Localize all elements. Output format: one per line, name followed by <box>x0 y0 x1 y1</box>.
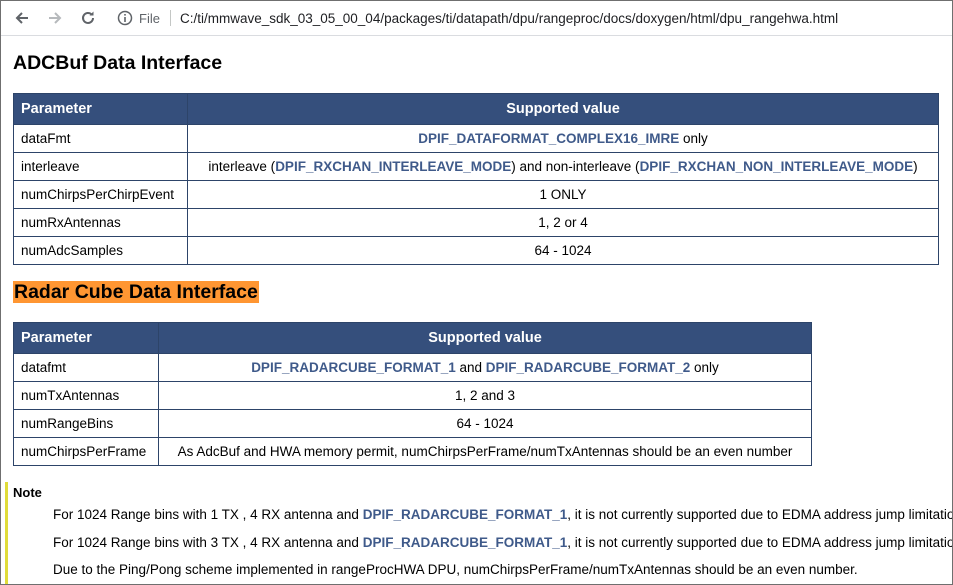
param-cell: numChirpsPerFrame <box>13 437 159 466</box>
address-separator <box>169 10 171 26</box>
reload-button[interactable] <box>76 6 100 30</box>
code-link[interactable]: DPIF_RADARCUBE_FORMAT_2 <box>486 360 691 375</box>
note-text: For 1024 Range bins with 1 TX , 4 RX ant… <box>53 507 363 522</box>
param-cell: numRxAntennas <box>13 208 188 237</box>
file-scheme-label: File <box>139 10 160 26</box>
browser-toolbar: File C:/ti/mmwave_sdk_03_05_00_04/packag… <box>1 1 952 36</box>
note-text: For 1024 Range bins with 3 TX , 4 RX ant… <box>53 535 363 550</box>
code-link[interactable]: DPIF_RXCHAN_NON_INTERLEAVE_MODE <box>640 159 914 174</box>
value-text: ) and non-interleave ( <box>511 159 640 174</box>
value-cell: 1 ONLY <box>187 180 939 209</box>
info-icon[interactable] <box>117 10 133 26</box>
search-highlight: Radar Cube Data Interface <box>13 281 259 303</box>
param-cell: numAdcSamples <box>13 236 188 265</box>
value-cell: 1, 2 and 3 <box>158 381 812 410</box>
value-text: ) <box>913 159 918 174</box>
column-header-supported-value: Supported value <box>158 322 812 354</box>
adcbuf-table: Parameter Supported value dataFmt DPIF_D… <box>13 93 939 265</box>
back-arrow-icon <box>15 12 28 24</box>
code-link[interactable]: DPIF_DATAFORMAT_COMPLEX16_IMRE <box>418 131 679 146</box>
adcbuf-heading: ADCBuf Data Interface <box>13 52 223 74</box>
table-header-row: Parameter Supported value <box>13 322 812 354</box>
param-cell: datafmt <box>13 353 159 382</box>
table-row: numRxAntennas 1, 2 or 4 <box>13 208 939 237</box>
param-cell: numTxAntennas <box>13 381 159 410</box>
table-row: numAdcSamples 64 - 1024 <box>13 236 939 265</box>
value-text: only <box>679 131 708 146</box>
back-button[interactable] <box>10 6 34 30</box>
forward-button[interactable] <box>43 6 67 30</box>
code-link[interactable]: DPIF_RADARCUBE_FORMAT_1 <box>251 360 456 375</box>
value-cell: 1, 2 or 4 <box>187 208 939 237</box>
column-header-parameter: Parameter <box>13 322 159 354</box>
forward-arrow-icon <box>49 12 62 24</box>
code-link[interactable]: DPIF_RADARCUBE_FORMAT_1 <box>363 507 568 522</box>
table-header-row: Parameter Supported value <box>13 93 939 125</box>
note-line: Due to the Ping/Pong scheme implemented … <box>53 562 858 577</box>
table-row: datafmt DPIF_RADARCUBE_FORMAT_1 and DPIF… <box>13 353 812 382</box>
address-bar[interactable]: File C:/ti/mmwave_sdk_03_05_00_04/packag… <box>117 9 838 27</box>
radar-cube-heading: Radar Cube Data Interface <box>13 281 259 304</box>
value-cell: DPIF_RADARCUBE_FORMAT_1 and DPIF_RADARCU… <box>158 353 812 382</box>
note-line: For 1024 Range bins with 1 TX , 4 RX ant… <box>53 507 952 522</box>
value-cell: interleave (DPIF_RXCHAN_INTERLEAVE_MODE)… <box>187 152 939 181</box>
value-cell: 64 - 1024 <box>187 236 939 265</box>
note-line: For 1024 Range bins with 3 TX , 4 RX ant… <box>53 535 952 550</box>
table-row: numChirpsPerChirpEvent 1 ONLY <box>13 180 939 209</box>
reload-icon <box>82 11 94 24</box>
note-title: Note <box>13 485 42 500</box>
value-text: and <box>455 360 486 375</box>
code-link[interactable]: DPIF_RADARCUBE_FORMAT_1 <box>363 535 568 550</box>
code-link[interactable]: DPIF_RXCHAN_INTERLEAVE_MODE <box>275 159 511 174</box>
value-text: interleave ( <box>208 159 276 174</box>
table-row: dataFmt DPIF_DATAFORMAT_COMPLEX16_IMRE o… <box>13 124 939 153</box>
note-text: , it is not currently supported due to E… <box>567 535 952 550</box>
param-cell: numRangeBins <box>13 409 159 438</box>
radar-cube-table: Parameter Supported value datafmt DPIF_R… <box>13 322 812 466</box>
param-cell: numChirpsPerChirpEvent <box>13 180 188 209</box>
value-text: only <box>690 360 719 375</box>
table-row: numChirpsPerFrame As AdcBuf and HWA memo… <box>13 437 812 466</box>
note-text: , it is not currently supported due to E… <box>567 507 952 522</box>
column-header-parameter: Parameter <box>13 93 188 125</box>
value-cell: DPIF_DATAFORMAT_COMPLEX16_IMRE only <box>187 124 939 153</box>
table-row: numRangeBins 64 - 1024 <box>13 409 812 438</box>
param-cell: interleave <box>13 152 188 181</box>
column-header-supported-value: Supported value <box>187 93 939 125</box>
value-cell: 64 - 1024 <box>158 409 812 438</box>
param-cell: dataFmt <box>13 124 188 153</box>
table-row: numTxAntennas 1, 2 and 3 <box>13 381 812 410</box>
page-content: ADCBuf Data Interface Parameter Supporte… <box>1 36 952 584</box>
table-row: interleave interleave (DPIF_RXCHAN_INTER… <box>13 152 939 181</box>
value-cell: As AdcBuf and HWA memory permit, numChir… <box>158 437 812 466</box>
url-text[interactable]: C:/ti/mmwave_sdk_03_05_00_04/packages/ti… <box>180 11 838 26</box>
note-accent-bar <box>5 482 8 584</box>
